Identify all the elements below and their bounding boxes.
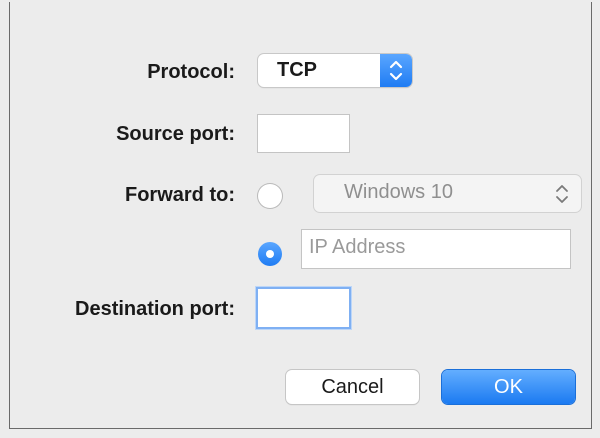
up-down-chevron-icon [555, 183, 569, 210]
forward-to-ip-radio[interactable] [258, 242, 282, 266]
destination-port-label: Destination port: [75, 298, 235, 320]
forward-machine-value: Windows 10 [344, 181, 453, 203]
protocol-popup[interactable]: TCP [258, 54, 412, 87]
forward-machine-select[interactable]: Windows 10 [314, 175, 581, 212]
cancel-button[interactable]: Cancel [286, 370, 419, 404]
up-down-chevron-icon [380, 54, 412, 87]
port-forwarding-dialog: Protocol: TCP Source port: Forward to: W… [9, 2, 592, 429]
forward-to-label: Forward to: [125, 184, 235, 206]
forward-to-machine-radio[interactable] [258, 184, 282, 208]
source-port-field[interactable] [258, 115, 349, 152]
ip-address-placeholder: IP Address [309, 236, 406, 258]
ok-button[interactable]: OK [442, 370, 575, 404]
protocol-label: Protocol: [147, 61, 235, 83]
source-port-label: Source port: [116, 123, 235, 145]
protocol-value: TCP [277, 59, 317, 81]
destination-port-field[interactable] [258, 289, 349, 327]
ip-address-field[interactable]: IP Address [302, 230, 570, 268]
